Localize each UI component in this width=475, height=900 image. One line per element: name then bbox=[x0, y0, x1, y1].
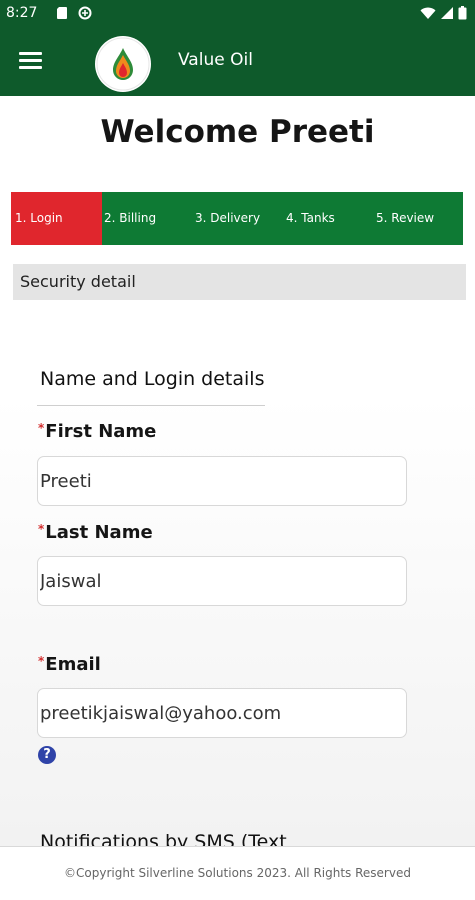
form-group-title: Name and Login details bbox=[40, 368, 265, 390]
first-name-field[interactable] bbox=[37, 456, 407, 506]
value-oil-logo bbox=[95, 36, 151, 92]
step-progress: 1. Login 2. Billing 3. Delivery 4. Tanks… bbox=[11, 192, 463, 245]
main-content[interactable]: Welcome Preeti 1. Login 2. Billing 3. De… bbox=[0, 96, 475, 846]
app-title: Value Oil bbox=[178, 50, 253, 70]
signal-icon bbox=[441, 7, 453, 19]
page-title: Welcome Preeti bbox=[100, 114, 375, 150]
data-saver-icon bbox=[78, 6, 92, 20]
app-bar: Value Oil bbox=[0, 28, 475, 96]
group-divider bbox=[37, 405, 265, 406]
notifications-title: Notifications by SMS (Text bbox=[40, 831, 287, 846]
battery-icon bbox=[458, 6, 467, 20]
footer: ©Copyright Silverline Solutions 2023. Al… bbox=[0, 846, 475, 900]
first-name-label: *First Name bbox=[38, 421, 157, 442]
step-billing[interactable]: 2. Billing bbox=[104, 192, 194, 245]
step-tanks[interactable]: 4. Tanks bbox=[286, 192, 376, 245]
status-time: 8:27 bbox=[6, 5, 38, 21]
last-name-field[interactable] bbox=[37, 556, 407, 606]
required-marker: * bbox=[38, 522, 45, 536]
help-icon[interactable]: ? bbox=[38, 746, 56, 764]
step-delivery[interactable]: 3. Delivery bbox=[195, 192, 285, 245]
wifi-icon bbox=[420, 7, 436, 19]
step-login[interactable]: 1. Login bbox=[11, 192, 102, 245]
section-header: Security detail bbox=[13, 264, 466, 300]
sd-card-icon bbox=[57, 7, 67, 19]
status-bar: 8:27 bbox=[0, 0, 475, 28]
menu-icon[interactable] bbox=[19, 52, 42, 70]
required-marker: * bbox=[38, 654, 45, 668]
email-field[interactable] bbox=[37, 688, 407, 738]
required-marker: * bbox=[38, 421, 45, 435]
email-label: *Email bbox=[38, 654, 101, 675]
app-screen: 8:27 Value Oil Welcome Preeti 1. Login 2… bbox=[0, 0, 475, 900]
step-review[interactable]: 5. Review bbox=[376, 192, 463, 245]
last-name-label: *Last Name bbox=[38, 522, 153, 543]
